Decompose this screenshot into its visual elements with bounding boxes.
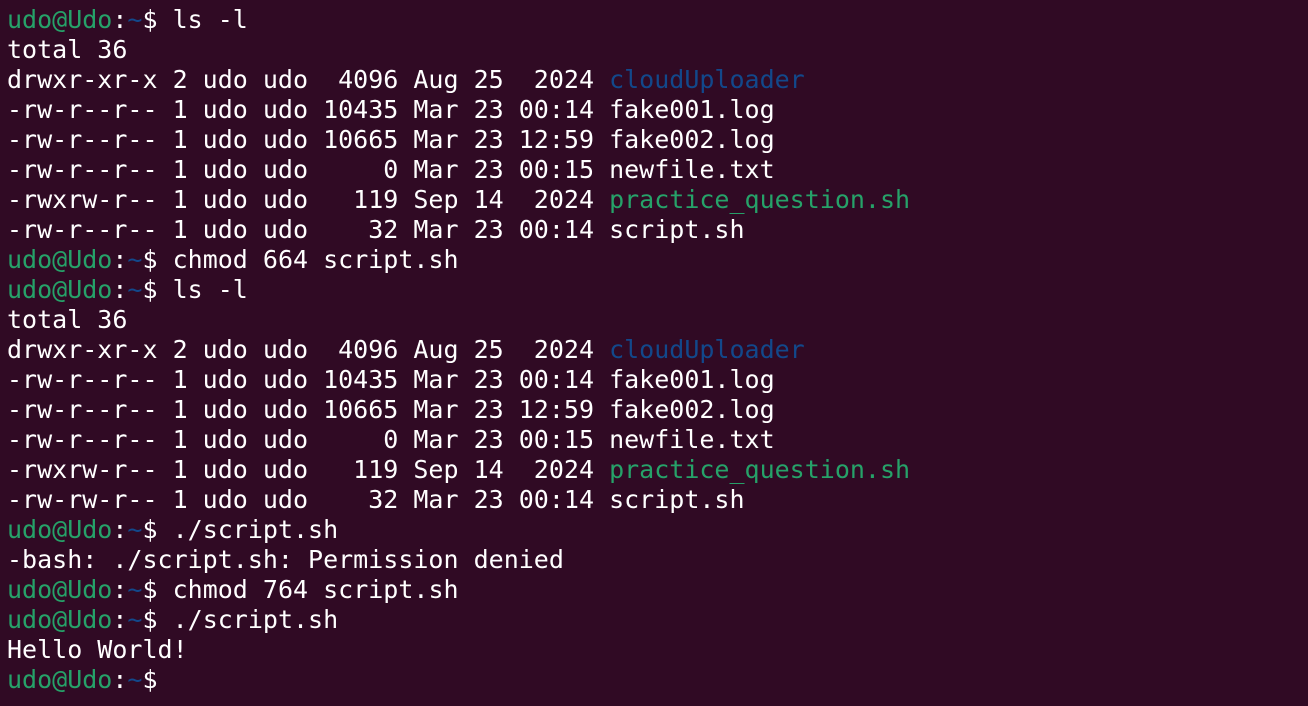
command-text: : (112, 515, 128, 544)
command-text: $ ls -l (142, 275, 248, 304)
prompt-path: ~ (127, 605, 143, 634)
directory-name: cloudUploader (609, 65, 805, 94)
prompt-line: udo@Udo:~$ ./script.sh (7, 515, 1308, 545)
output-line: -bash: ./script.sh: Permission denied (7, 545, 1308, 575)
file-attributes: -rwxrw-r-- 1 udo udo 119 Sep 14 2024 (7, 455, 610, 484)
prompt-path: ~ (127, 575, 143, 604)
prompt-path: ~ (127, 515, 143, 544)
file-name: fake001.log (609, 365, 775, 394)
listing-row: -rw-r--r-- 1 udo udo 10435 Mar 23 00:14 … (7, 365, 1308, 395)
file-name: fake001.log (609, 95, 775, 124)
file-name: fake002.log (609, 395, 775, 424)
file-attributes: -rwxrw-r-- 1 udo udo 119 Sep 14 2024 (7, 185, 610, 214)
listing-row: -rwxrw-r-- 1 udo udo 119 Sep 14 2024 pra… (7, 455, 1308, 485)
listing-row: -rw-r--r-- 1 udo udo 10435 Mar 23 00:14 … (7, 95, 1308, 125)
prompt-line: udo@Udo:~$ ls -l (7, 275, 1308, 305)
command-text: $ ls -l (142, 5, 248, 34)
command-text: : (112, 275, 128, 304)
command-text: : (112, 245, 128, 274)
listing-row: -rw-r--r-- 1 udo udo 0 Mar 23 00:15 newf… (7, 155, 1308, 185)
listing-row: -rw-r--r-- 1 udo udo 10665 Mar 23 12:59 … (7, 125, 1308, 155)
prompt-user-host: udo@Udo (7, 5, 113, 34)
command-text: $ (142, 665, 158, 694)
prompt-user-host: udo@Udo (7, 665, 113, 694)
file-name: script.sh (609, 215, 745, 244)
command-text: : (112, 575, 128, 604)
terminal-window[interactable]: udo@Udo:~$ ls -l total 36 drwxr-xr-x 2 udo… (0, 0, 1308, 706)
prompt-line: udo@Udo:~$ ./script.sh (7, 605, 1308, 635)
prompt-user-host: udo@Udo (7, 575, 113, 604)
output-line: total 36 (7, 305, 1308, 335)
executable-file-name: practice_question.sh (609, 455, 911, 484)
command-text: $ ./script.sh (142, 605, 339, 634)
output-line: Hello World! (7, 635, 1308, 665)
prompt-line: udo@Udo:~$ chmod 764 script.sh (7, 575, 1308, 605)
file-attributes: drwxr-xr-x 2 udo udo 4096 Aug 25 2024 (7, 65, 610, 94)
file-attributes: -rw-rw-r-- 1 udo udo 32 Mar 23 00:14 (7, 485, 610, 514)
prompt-line: udo@Udo:~$ (7, 665, 1308, 695)
file-attributes: -rw-r--r-- 1 udo udo 10435 Mar 23 00:14 (7, 365, 610, 394)
listing-row: drwxr-xr-x 2 udo udo 4096 Aug 25 2024 cl… (7, 65, 1308, 95)
prompt-path: ~ (127, 5, 143, 34)
listing-row: -rw-r--r-- 1 udo udo 10665 Mar 23 12:59 … (7, 395, 1308, 425)
text-segment: Hello World! (7, 635, 188, 664)
output-line: total 36 (7, 35, 1308, 65)
file-name: script.sh (609, 485, 745, 514)
prompt-path: ~ (127, 665, 143, 694)
prompt-path: ~ (127, 275, 143, 304)
file-attributes: -rw-r--r-- 1 udo udo 32 Mar 23 00:14 (7, 215, 610, 244)
file-attributes: -rw-r--r-- 1 udo udo 0 Mar 23 00:15 (7, 155, 610, 184)
command-text: $ chmod 664 script.sh (142, 245, 459, 274)
listing-row: -rw-r--r-- 1 udo udo 0 Mar 23 00:15 newf… (7, 425, 1308, 455)
file-attributes: -rw-r--r-- 1 udo udo 10665 Mar 23 12:59 (7, 395, 610, 424)
file-attributes: -rw-r--r-- 1 udo udo 10435 Mar 23 00:14 (7, 95, 610, 124)
file-attributes: drwxr-xr-x 2 udo udo 4096 Aug 25 2024 (7, 335, 610, 364)
prompt-user-host: udo@Udo (7, 245, 113, 274)
prompt-path: ~ (127, 245, 143, 274)
text-segment: total 36 (7, 35, 128, 64)
listing-row: -rw-rw-r-- 1 udo udo 32 Mar 23 00:14 scr… (7, 485, 1308, 515)
prompt-user-host: udo@Udo (7, 275, 113, 304)
command-text: $ chmod 764 script.sh (142, 575, 459, 604)
file-name: newfile.txt (609, 425, 775, 454)
command-text: $ ./script.sh (142, 515, 339, 544)
file-name: newfile.txt (609, 155, 775, 184)
command-text: : (112, 605, 128, 634)
listing-row: drwxr-xr-x 2 udo udo 4096 Aug 25 2024 cl… (7, 335, 1308, 365)
listing-row: -rwxrw-r-- 1 udo udo 119 Sep 14 2024 pra… (7, 185, 1308, 215)
directory-name: cloudUploader (609, 335, 805, 364)
text-segment: total 36 (7, 305, 128, 334)
file-name: fake002.log (609, 125, 775, 154)
listing-row: -rw-r--r-- 1 udo udo 32 Mar 23 00:14 scr… (7, 215, 1308, 245)
prompt-user-host: udo@Udo (7, 605, 113, 634)
prompt-line: udo@Udo:~$ chmod 664 script.sh (7, 245, 1308, 275)
file-attributes: -rw-r--r-- 1 udo udo 0 Mar 23 00:15 (7, 425, 610, 454)
executable-file-name: practice_question.sh (609, 185, 911, 214)
prompt-user-host: udo@Udo (7, 515, 113, 544)
prompt-line: udo@Udo:~$ ls -l (7, 5, 1308, 35)
text-segment: -bash: ./script.sh: Permission denied (7, 545, 564, 574)
command-text: : (112, 665, 128, 694)
file-attributes: -rw-r--r-- 1 udo udo 10665 Mar 23 12:59 (7, 125, 610, 154)
command-text: : (112, 5, 128, 34)
